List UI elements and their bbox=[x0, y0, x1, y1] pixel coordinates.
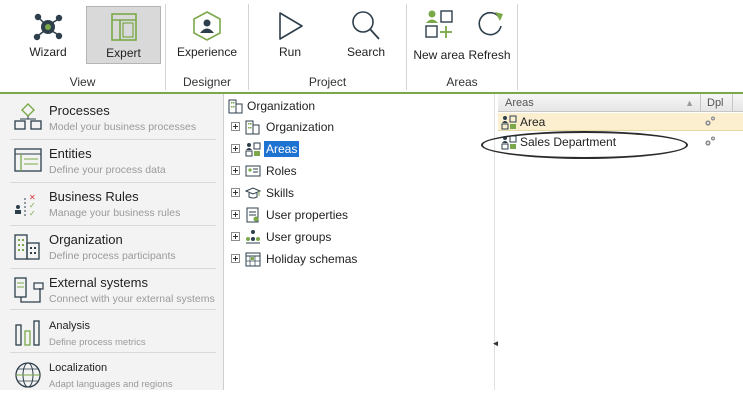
sidebar-item-description: Manage your business rules bbox=[49, 207, 181, 219]
organization-icon bbox=[245, 120, 260, 135]
localization-icon bbox=[15, 362, 41, 388]
analysis-icon bbox=[15, 320, 40, 346]
new-area-icon bbox=[425, 10, 453, 38]
column-header-label: Dpl bbox=[707, 97, 724, 109]
sidebar-item-description: Connect with your external systems bbox=[49, 293, 215, 305]
user-properties-icon bbox=[246, 207, 259, 223]
expand-icon[interactable] bbox=[231, 210, 240, 219]
wizard-button[interactable]: Wizard bbox=[12, 6, 84, 64]
sidebar-item-description: Define process metrics bbox=[49, 337, 146, 348]
modules-sidebar: Processes Model your business processes … bbox=[0, 94, 224, 390]
project-group-title: Project bbox=[308, 75, 347, 89]
sidebar-item-title: Processes bbox=[49, 103, 110, 118]
holiday-schemas-icon bbox=[245, 252, 261, 267]
sidebar-item-title: Localization bbox=[49, 362, 108, 374]
run-icon bbox=[279, 12, 303, 40]
sidebar-divider bbox=[10, 309, 216, 310]
skills-icon bbox=[245, 187, 261, 199]
sidebar-item-description: Adapt languages and regions bbox=[49, 379, 173, 390]
designer-group: Experience Designer bbox=[166, 0, 248, 92]
sidebar-item-organization[interactable]: Organization Define process participants bbox=[0, 225, 224, 268]
expert-button[interactable]: Expert bbox=[86, 6, 161, 64]
column-header-label: Areas bbox=[505, 97, 534, 109]
gear-icon[interactable] bbox=[704, 135, 716, 147]
external-systems-icon bbox=[14, 277, 44, 303]
expand-icon[interactable] bbox=[231, 188, 240, 197]
new-area-button[interactable]: New area bbox=[412, 6, 466, 64]
areas-group-title: Areas bbox=[446, 75, 478, 89]
sidebar-item-title: Organization bbox=[49, 232, 123, 247]
areas-icon bbox=[245, 142, 261, 157]
experience-icon bbox=[193, 11, 221, 41]
view-group: Wizard Expert View bbox=[0, 0, 165, 92]
tree-node-label: User groups bbox=[266, 230, 332, 244]
expert-icon bbox=[110, 13, 137, 41]
ribbon: Wizard Expert View Experience Designer R… bbox=[0, 0, 743, 93]
sidebar-item-description: Define your process data bbox=[49, 164, 166, 176]
tree-root-label: Organization bbox=[247, 99, 316, 113]
sidebar-item-external-systems[interactable]: External systems Connect with your exter… bbox=[0, 268, 224, 311]
organization-icon bbox=[228, 99, 243, 114]
organization-tree: Organization Organization Areas Roles Sk… bbox=[225, 94, 495, 390]
sidebar-item-description: Model your business processes bbox=[49, 121, 197, 133]
column-header-dpl[interactable]: Dpl bbox=[701, 94, 733, 112]
user-groups-icon bbox=[246, 230, 260, 244]
expand-icon[interactable] bbox=[231, 254, 240, 263]
refresh-icon bbox=[477, 11, 503, 36]
expand-icon[interactable] bbox=[231, 166, 240, 175]
view-group-title: View bbox=[69, 75, 96, 89]
area-icon bbox=[501, 115, 517, 130]
sort-ascending-icon: ▲ bbox=[685, 98, 694, 108]
gear-icon[interactable] bbox=[704, 115, 716, 127]
project-group: Run Search Project bbox=[249, 0, 406, 92]
entities-icon bbox=[14, 148, 42, 172]
new-area-label: New area bbox=[413, 48, 465, 62]
sidebar-item-title: Analysis bbox=[49, 320, 90, 332]
processes-icon bbox=[14, 103, 42, 130]
column-header-areas[interactable]: Areas ▲ bbox=[498, 94, 701, 112]
tree-node-label: Skills bbox=[266, 186, 295, 200]
tree-node-label: Areas bbox=[264, 141, 300, 157]
business-rules-icon: ✕ ✓ ✓ bbox=[15, 193, 36, 218]
organization-icon bbox=[14, 234, 40, 260]
sidebar-item-entities[interactable]: Entities Define your process data bbox=[0, 139, 224, 182]
designer-group-title: Designer bbox=[182, 75, 232, 89]
ribbon-separator bbox=[517, 4, 518, 90]
tree-node-label: User properties bbox=[266, 208, 349, 222]
expand-icon[interactable] bbox=[231, 232, 240, 241]
expert-label: Expert bbox=[106, 46, 141, 60]
sidebar-item-business-rules[interactable]: ✕ ✓ ✓ Business Rules Manage your busines… bbox=[0, 182, 224, 225]
tree-node-label: Roles bbox=[266, 164, 297, 178]
sidebar-item-analysis[interactable]: Analysis Define process metrics bbox=[0, 311, 224, 354]
sidebar-item-description: Define process participants bbox=[49, 250, 176, 262]
areas-group: New area Refresh Areas bbox=[407, 0, 517, 92]
refresh-label: Refresh bbox=[468, 48, 511, 62]
expand-icon[interactable] bbox=[231, 122, 240, 131]
sidebar-item-title: Business Rules bbox=[49, 189, 139, 204]
area-name: Area bbox=[520, 115, 546, 129]
grid-header: Areas ▲ Dpl bbox=[498, 94, 743, 112]
tree-node-label: Organization bbox=[266, 120, 335, 134]
expand-icon[interactable] bbox=[231, 144, 240, 153]
experience-button[interactable]: Experience bbox=[172, 6, 242, 64]
roles-icon bbox=[245, 165, 261, 177]
tree-node-label: Holiday schemas bbox=[266, 252, 358, 266]
highlight-ellipse bbox=[481, 131, 688, 159]
svg-text:✓: ✓ bbox=[29, 209, 36, 218]
refresh-button[interactable]: Refresh bbox=[467, 6, 512, 64]
search-icon bbox=[352, 11, 380, 40]
experience-label: Experience bbox=[176, 45, 238, 59]
run-label: Run bbox=[278, 45, 301, 59]
sidebar-item-title: Entities bbox=[49, 146, 92, 161]
sidebar-item-title: External systems bbox=[49, 275, 148, 290]
wizard-label: Wizard bbox=[29, 45, 67, 59]
table-row[interactable]: Area bbox=[498, 113, 743, 131]
search-label: Search bbox=[346, 45, 386, 59]
sidebar-item-processes[interactable]: Processes Model your business processes bbox=[0, 96, 224, 139]
search-button[interactable]: Search bbox=[331, 6, 401, 64]
wizard-icon bbox=[33, 13, 63, 41]
run-button[interactable]: Run bbox=[255, 6, 325, 64]
